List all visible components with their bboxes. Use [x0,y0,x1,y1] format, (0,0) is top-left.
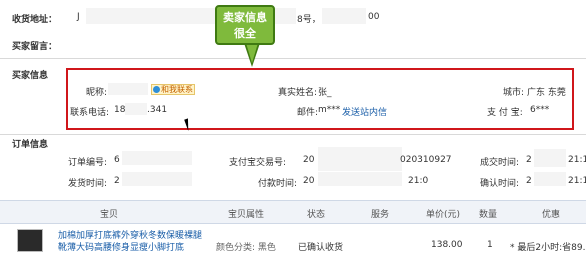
alipay-trade-label: 支付宝交易号: [229,158,287,168]
phone-value-start: 18 [114,105,126,115]
nickname-redaction [108,83,148,95]
quantity: 1 [487,240,493,250]
callout-tail-fill [246,43,258,63]
phone-label: 联系电话: [70,108,110,118]
divider [0,58,586,59]
confirm-time-label: 确认时间: [480,179,520,189]
email-value: m*** [318,105,341,115]
alipay-trade-redaction [318,147,402,171]
ship-time-redaction [122,172,192,186]
address-redaction-2 [322,8,366,24]
column-header-price: 单价(元) [426,210,461,220]
accept-time-value-end: 21:1 [568,155,586,165]
address-value-start: J [77,12,80,22]
order-info-label: 订单信息 [12,140,49,150]
product-thumbnail[interactable] [17,229,43,252]
product-title-link-line2[interactable]: 靴薄大码高腰修身显瘦小脚打底 [58,240,184,253]
alipay-trade-value-start: 20 [303,155,315,165]
column-header-item: 宝贝 [100,210,119,220]
accept-time-redaction [534,149,566,167]
phone-redaction [125,103,147,115]
order-no-redaction [122,151,192,165]
pay-time-value-end: 21:0 [408,176,429,186]
contact-seller-button[interactable]: 和我联系 [151,84,195,95]
seller-info-label: 买家信息 [12,71,49,81]
callout-text: 卖家信息很全 [223,11,267,40]
order-no-value: 6 [114,155,120,165]
accept-time-label: 成交时间: [480,158,520,168]
contact-seller-label: 和我联系 [161,85,193,94]
nickname-label: 昵称: [86,88,108,98]
address-value-end: 00 [368,12,380,22]
realname-value: 张_ [318,88,332,98]
column-header-discount: 优惠 [542,210,561,220]
buyer-note-label: 买家留言： [12,42,58,52]
send-message-link[interactable]: 发送站内信 [342,105,387,118]
city-value: 广东 东莞 [527,88,566,98]
seller-info-highlight [66,68,574,130]
column-header-status: 状态 [307,210,326,220]
address-value-mid: 8号， [297,15,321,25]
divider [0,134,586,135]
confirm-time-value: 2 [526,176,532,186]
alipay-label: 支 付 宝: [487,108,523,118]
product-attr: 颜色分类: 黑色 [216,243,276,253]
alipay-trade-value-end: 020310927 [400,155,452,165]
chat-icon [153,86,160,93]
alipay-value: 6*** [530,105,550,115]
order-no-label: 订单编号: [68,158,108,168]
city-label: 城市: [503,88,525,98]
confirm-time-value-end: 21:1 [568,176,586,186]
email-label: 邮件: [297,108,319,118]
order-status: 已确认收货 [298,243,344,253]
pay-time-redaction [318,172,402,186]
pay-time-label: 付款时间: [258,179,298,189]
table-header [0,200,586,224]
phone-value-end: .341 [147,105,168,115]
ship-time-value: 2 [114,176,120,186]
column-header-qty: 数量 [479,210,498,220]
accept-time-value-start: 2 [526,155,532,165]
pay-time-value-start: 20 [303,176,315,186]
discount-note: * 最后2小时:省89.0 [510,243,586,253]
callout-bubble: 卖家信息很全 [215,5,275,45]
column-header-attr: 宝贝属性 [228,210,265,220]
realname-label: 真实姓名: [278,88,318,98]
ship-time-label: 发货时间: [68,179,108,189]
unit-price: 138.00 [431,240,463,250]
confirm-time-redaction [534,172,566,186]
address-label: 收货地址： [12,15,58,25]
column-header-service: 服务 [371,210,390,220]
